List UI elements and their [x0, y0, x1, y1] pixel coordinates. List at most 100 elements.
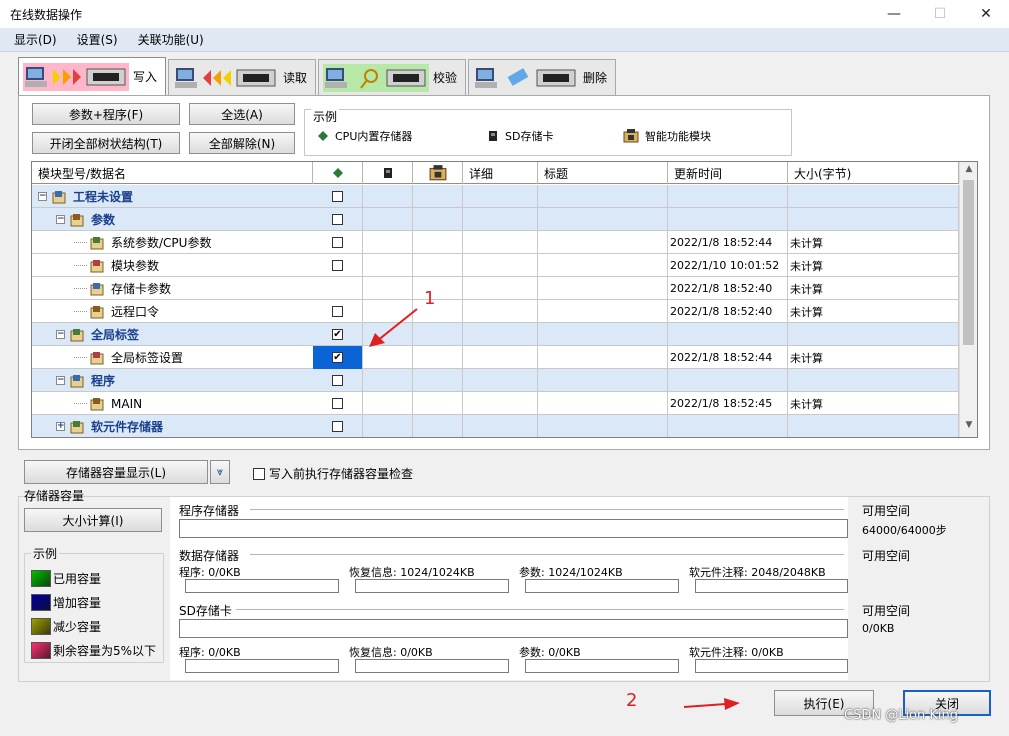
tab-read[interactable]: 读取: [168, 59, 317, 95]
col-sd[interactable]: [363, 162, 413, 184]
size-cell: [788, 323, 959, 346]
cpu-checkbox-cell[interactable]: [313, 415, 363, 437]
cpu-checkbox-cell[interactable]: [313, 369, 363, 392]
col-intelligent[interactable]: [413, 162, 463, 184]
minimize-button[interactable]: —: [871, 0, 917, 28]
table-row[interactable]: − 工程未设置: [32, 185, 959, 208]
low-remaining-swatch: [31, 642, 51, 659]
tree-node[interactable]: MAIN: [74, 392, 142, 415]
table-row[interactable]: − 程序: [32, 369, 959, 392]
col-cpu[interactable]: [313, 162, 363, 184]
cpu-checkbox-cell[interactable]: ✔: [313, 323, 363, 346]
tree-node[interactable]: 系统参数/CPU参数: [74, 231, 211, 254]
grid-cell: [463, 415, 538, 437]
deselect-all-button[interactable]: 全部解除(N): [189, 132, 295, 154]
tab-write[interactable]: 写入: [18, 57, 167, 95]
cpu-checkbox-cell[interactable]: ✔: [313, 346, 363, 369]
sd-available-label: 可用空间: [862, 604, 911, 618]
collapse-icon[interactable]: −: [56, 376, 65, 385]
tree-node-label: 存储卡参数: [111, 282, 172, 296]
cpu-checkbox-cell[interactable]: [313, 185, 363, 208]
grid-cell: [363, 415, 413, 437]
sd-card-bar: [179, 619, 848, 638]
data-file-icon: [90, 397, 104, 410]
param-program-button[interactable]: 参数+程序(F): [32, 103, 180, 125]
col-detail[interactable]: 详细: [463, 162, 538, 184]
cpu-checkbox[interactable]: ✔: [332, 352, 343, 363]
cpu-checkbox[interactable]: [332, 214, 343, 225]
close-window-button[interactable]: ✕: [963, 0, 1009, 28]
tree-node[interactable]: − 程序: [56, 369, 115, 392]
cpu-checkbox-cell[interactable]: [313, 300, 363, 323]
maximize-button[interactable]: ☐: [917, 0, 963, 28]
scroll-up-icon[interactable]: ▲: [960, 164, 977, 180]
memory-capacity-display-button[interactable]: 存储器容量显示(L): [24, 460, 208, 484]
tree-node[interactable]: 远程口令: [74, 300, 159, 323]
read-from-plc-icon: [173, 63, 280, 92]
tree-node[interactable]: − 参数: [56, 208, 115, 231]
tree-node[interactable]: 存储卡参数: [74, 277, 171, 300]
cpu-checkbox-cell[interactable]: [313, 277, 363, 300]
update-time-cell: [668, 185, 788, 208]
cpu-checkbox[interactable]: [332, 260, 343, 271]
col-module-name[interactable]: 模块型号/数据名: [32, 162, 313, 184]
table-row[interactable]: 模块参数 2022/1/10 10:01:52 未计算: [32, 254, 959, 277]
tree-node[interactable]: − 全局标签: [56, 323, 139, 346]
increased-capacity-swatch: [31, 594, 51, 611]
menu-related-functions[interactable]: 关联功能(U): [138, 31, 204, 48]
tree-node[interactable]: 全局标签设置: [74, 346, 183, 369]
tree-node[interactable]: + 软元件存储器: [56, 415, 163, 437]
cpu-checkbox[interactable]: [332, 375, 343, 386]
collapse-icon[interactable]: −: [38, 192, 47, 201]
title-bar: 在线数据操作 — ☐ ✕: [0, 0, 1009, 28]
scroll-thumb[interactable]: [963, 180, 974, 345]
size-cell: [788, 185, 959, 208]
table-row[interactable]: 存储卡参数 2022/1/8 18:52:40 未计算: [32, 277, 959, 300]
table-row[interactable]: + 软元件存储器: [32, 415, 959, 437]
collapse-icon[interactable]: −: [56, 215, 65, 224]
cpu-checkbox-cell[interactable]: [313, 231, 363, 254]
table-row[interactable]: − 参数: [32, 208, 959, 231]
data-file-icon: [90, 305, 104, 318]
tree-node[interactable]: − 工程未设置: [38, 185, 133, 208]
scroll-down-icon[interactable]: ▼: [960, 420, 977, 436]
menu-display[interactable]: 显示(D): [14, 31, 57, 48]
cpu-checkbox[interactable]: [332, 421, 343, 432]
table-row[interactable]: 全局标签设置 ✔ 2022/1/8 18:52:44 未计算: [32, 346, 959, 369]
size-cell: 未计算: [788, 254, 959, 277]
tab-verify[interactable]: 校验: [318, 59, 467, 95]
expand-chevron-icon[interactable]: ⩔: [210, 460, 230, 484]
table-row[interactable]: 远程口令 2022/1/8 18:52:40 未计算: [32, 300, 959, 323]
intelligent-module-icon: [623, 129, 639, 143]
tab-delete[interactable]: 删除: [468, 59, 617, 95]
grid-vertical-scrollbar[interactable]: ▲ ▼: [959, 162, 977, 437]
toggle-tree-button[interactable]: 开闭全部树状结构(T): [32, 132, 180, 154]
table-row[interactable]: MAIN 2022/1/8 18:52:45 未计算: [32, 392, 959, 415]
grid-cell: [463, 300, 538, 323]
grid-cell: [538, 323, 668, 346]
size-calc-button[interactable]: 大小计算(I): [24, 508, 162, 532]
cpu-checkbox[interactable]: [332, 398, 343, 409]
cpu-checkbox[interactable]: [332, 306, 343, 317]
check-before-write-checkbox[interactable]: [253, 467, 265, 480]
cpu-checkbox-cell[interactable]: [313, 392, 363, 415]
cpu-checkbox[interactable]: [332, 191, 343, 202]
cpu-checkbox[interactable]: [332, 237, 343, 248]
table-row[interactable]: − 全局标签 ✔: [32, 323, 959, 346]
check-before-write[interactable]: 写入前执行存储器容量检查: [253, 465, 413, 482]
table-row[interactable]: 系统参数/CPU参数 2022/1/8 18:52:44 未计算: [32, 231, 959, 254]
col-update-time[interactable]: 更新时间: [668, 162, 788, 184]
sd-program-size: 程序: 0/0KB: [179, 646, 241, 659]
grid-cell: [538, 346, 668, 369]
collapse-icon[interactable]: −: [56, 330, 65, 339]
cpu-checkbox[interactable]: ✔: [332, 329, 343, 340]
cpu-checkbox-cell[interactable]: [313, 208, 363, 231]
cpu-checkbox-cell[interactable]: [313, 254, 363, 277]
select-all-button[interactable]: 全选(A): [189, 103, 295, 125]
col-title[interactable]: 标题: [538, 162, 668, 184]
menu-settings[interactable]: 设置(S): [77, 31, 118, 48]
tree-node[interactable]: 模块参数: [74, 254, 159, 277]
update-time-cell: [668, 369, 788, 392]
expand-icon[interactable]: +: [56, 422, 65, 431]
col-size[interactable]: 大小(字节): [788, 162, 959, 184]
